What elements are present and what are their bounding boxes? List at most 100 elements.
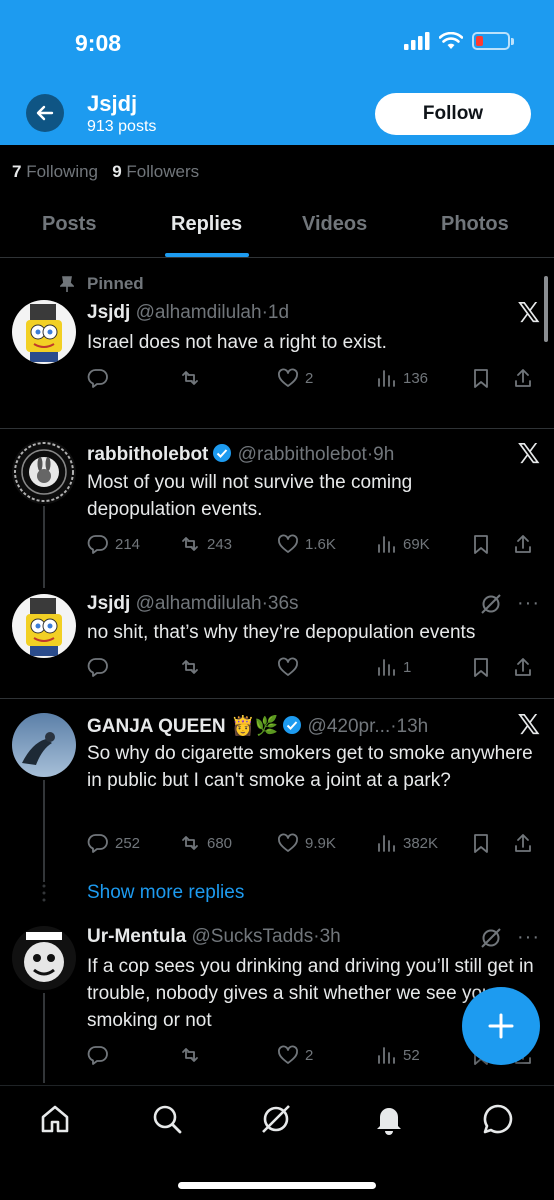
reply-icon [87,535,108,554]
tweet-author[interactable]: Ur-Mentula @SucksTadds·3h [87,926,341,948]
search-icon[interactable] [150,1102,184,1136]
retweet-button[interactable] [179,1044,207,1066]
share-button[interactable] [512,367,534,389]
tweet-handle: @rabbitholebot [237,444,367,465]
avatar[interactable] [12,440,76,504]
retweet-icon [182,660,198,674]
tab-replies[interactable]: Replies [171,213,242,236]
avatar[interactable] [12,713,76,777]
share-icon [515,535,531,553]
views-button[interactable]: 382K [375,832,438,854]
like-button[interactable]: 2 [277,367,313,389]
tweet-author[interactable]: GANJA QUEEN 👸🌿 @420pr...·13h [87,714,428,738]
post-count: 913 posts [87,118,157,135]
battery-icon [472,32,514,50]
pinned-label: Pinned [87,274,144,293]
x-logo-icon[interactable]: 𝕏 [517,708,540,741]
reply-button[interactable]: 214 [87,533,140,555]
compose-button[interactable] [462,987,540,1065]
tweet-author[interactable]: Jsjdj @alhamdilulah·36s [87,593,299,615]
avatar[interactable] [12,926,76,990]
share-button[interactable] [512,656,534,678]
show-more-replies-link[interactable]: Show more replies [87,882,244,904]
reply-icon [87,369,108,388]
retweet-button[interactable] [179,367,207,389]
tweet-actions: 1 [87,656,542,682]
like-button[interactable]: 1.6K [277,533,336,555]
grok-icon[interactable] [259,1102,293,1136]
reply-icon [87,1046,108,1065]
followers-link[interactable]: 9 Followers [112,162,199,181]
tweet-handle: @SucksTadds [191,926,314,947]
reply-button[interactable] [87,656,115,678]
reply-button[interactable] [87,1044,115,1066]
share-button[interactable] [512,533,534,555]
views-button[interactable]: 136 [375,367,428,389]
messages-icon[interactable] [481,1102,515,1136]
tweet-actions: 252 680 9.9K 382K [87,832,542,858]
views-button[interactable]: 52 [375,1044,420,1066]
tweet-actions: 214 243 1.6K 69K [87,533,542,559]
home-indicator[interactable] [178,1182,376,1189]
like-count: 9.9K [305,834,336,852]
reply-count: 214 [115,535,141,553]
reply-button[interactable]: 252 [87,832,140,854]
active-tab-indicator [165,253,249,257]
tab-photos[interactable]: Photos [441,213,509,236]
views-count: 69K [403,535,430,553]
home-icon[interactable] [38,1102,72,1136]
views-button[interactable]: 69K [375,533,430,555]
views-button[interactable]: 1 [375,656,411,678]
follow-button[interactable]: Follow [375,93,531,135]
bookmark-button[interactable] [470,656,492,678]
retweet-icon [182,537,198,551]
bookmark-button[interactable] [470,533,492,555]
tweet-text: Most of you will not survive the coming … [87,472,413,520]
grok-icon[interactable] [480,593,502,615]
thread-line [43,506,45,588]
arrow-left-icon [36,105,54,121]
grok-icon[interactable] [480,927,502,949]
bookmark-button[interactable] [470,367,492,389]
tweet-text: Israel does not have a right to exist. [87,332,387,353]
thread-line [43,993,45,1083]
follow-counts: 7 Following 9 Followers [12,162,199,182]
tweet-author[interactable]: rabbitholebot @rabbitholebot·9h [87,443,394,466]
retweet-button[interactable]: 680 [179,832,232,854]
scrollbar[interactable] [544,276,548,342]
notifications-icon[interactable] [372,1102,406,1136]
tab-posts[interactable]: Posts [42,213,96,236]
avatar-image [12,594,76,658]
avatar-image [12,713,76,777]
share-button[interactable] [512,832,534,854]
like-button[interactable]: 2 [277,1044,313,1066]
retweet-button[interactable]: 243 [179,533,232,555]
views-icon [378,370,395,387]
like-icon [278,368,298,387]
verified-badge-icon [213,444,232,462]
thread-line [43,780,45,882]
like-button[interactable] [277,656,305,678]
more-options-icon[interactable]: ··· [517,926,540,949]
following-link[interactable]: 7 Following [12,162,98,181]
avatar[interactable] [12,594,76,658]
bookmark-icon [474,535,488,554]
tab-videos[interactable]: Videos [302,213,367,236]
more-options-icon[interactable]: ··· [517,592,540,615]
reply-button[interactable] [87,367,115,389]
x-logo-icon[interactable]: 𝕏 [517,296,540,329]
bookmark-button[interactable] [470,832,492,854]
avatar[interactable] [12,300,76,364]
retweet-icon [182,371,198,385]
retweet-count: 243 [207,535,233,553]
tweet-time: 13h [396,716,429,737]
x-logo-icon[interactable]: 𝕏 [517,437,540,470]
tweet-author[interactable]: Jsjdj @alhamdilulah·1d [87,302,289,324]
signal-icon [404,32,430,50]
like-button[interactable]: 9.9K [277,832,336,854]
tweet-actions: 2 136 [87,367,542,393]
tweet-time: 3h [319,926,341,947]
retweet-button[interactable] [179,656,207,678]
back-button[interactable] [26,94,64,132]
avatar-image [12,300,76,364]
